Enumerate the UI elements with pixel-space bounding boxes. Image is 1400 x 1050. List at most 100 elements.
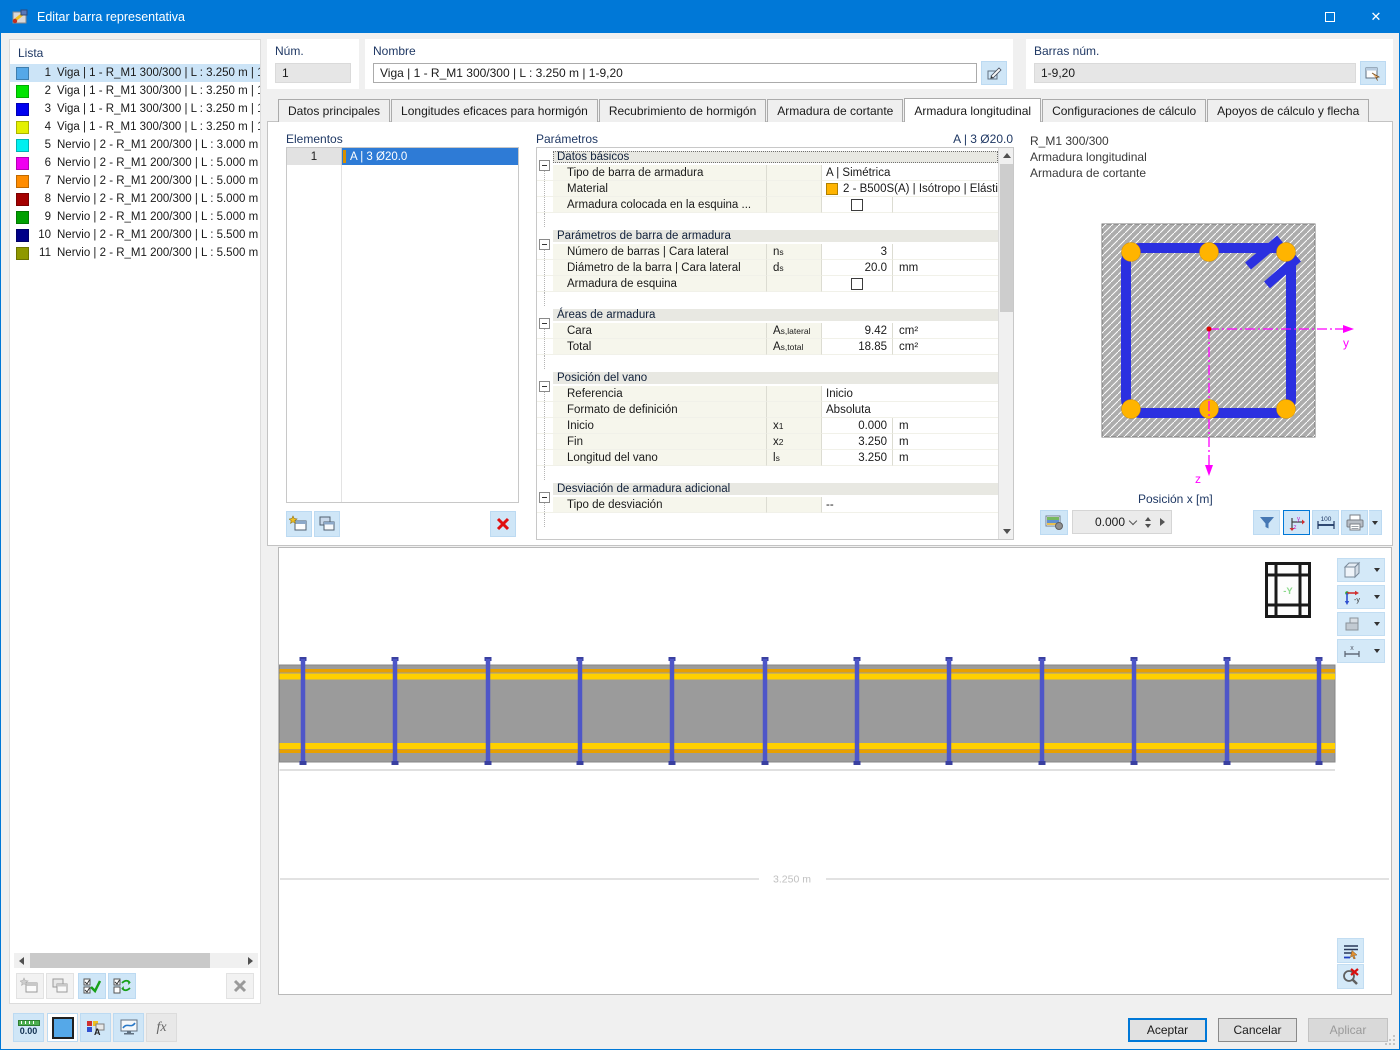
scroll-right-button[interactable]	[243, 953, 258, 968]
elevation-canvas[interactable]: 3.250 m -Y -	[278, 547, 1392, 995]
new-item-button[interactable]	[16, 973, 44, 999]
param-section-header[interactable]: Posición del vano	[537, 369, 998, 386]
view-direction-button[interactable]: -y	[1337, 585, 1385, 609]
aceptar-button[interactable]: Aceptar	[1128, 1018, 1207, 1042]
delete-item-button[interactable]	[226, 973, 254, 999]
render-settings-button[interactable]	[1040, 510, 1068, 535]
param-value[interactable]: 3	[822, 244, 893, 260]
scroll-left-button[interactable]	[14, 953, 29, 968]
dimension-display-button[interactable]: x	[1337, 639, 1385, 663]
param-value[interactable]: Absoluta	[822, 402, 998, 418]
param-value[interactable]: Inicio	[822, 386, 998, 402]
param-value[interactable]: 2 - B500S(A) | Isótropo | Elásti...	[822, 181, 998, 197]
nombre-field[interactable]: Viga | 1 - R_M1 300/300 | L : 3.250 m | …	[373, 63, 977, 83]
param-row[interactable]: Longitud del vano ls 3.250 m	[537, 450, 998, 466]
checkbox[interactable]	[851, 199, 863, 211]
list-item[interactable]: 2 Viga | 1 - R_M1 300/300 | L : 3.250 m …	[10, 82, 260, 100]
barras-field[interactable]: 1-9,20	[1034, 63, 1356, 83]
param-value[interactable]: 3.250	[822, 434, 893, 450]
param-value[interactable]: 20.0	[822, 260, 893, 276]
param-row[interactable]: Inicio x1 0.000 m	[537, 418, 998, 434]
pick-bars-button[interactable]	[1360, 61, 1386, 85]
edit-name-button[interactable]	[981, 61, 1007, 85]
collapse-icon[interactable]	[539, 239, 550, 250]
tab-longitudes-eficaces[interactable]: Longitudes eficaces para hormigón	[391, 99, 598, 122]
param-row[interactable]: Diámetro de la barra | Cara lateral ds 2…	[537, 260, 998, 276]
display-mode-button[interactable]	[1337, 612, 1385, 636]
tab-armadura-cortante[interactable]: Armadura de cortante	[767, 99, 903, 122]
color-scale-button[interactable]	[47, 1013, 78, 1042]
list-item[interactable]: 4 Viga | 1 - R_M1 300/300 | L : 3.250 m …	[10, 118, 260, 136]
param-section-header[interactable]	[537, 527, 998, 539]
scroll-up-button[interactable]	[999, 148, 1014, 163]
tab-apoyos[interactable]: Apoyos de cálculo y flecha	[1207, 99, 1369, 122]
filter-button[interactable]	[1253, 510, 1280, 535]
element-value[interactable]: A | 3 Ø20.0	[342, 148, 518, 165]
titlebar[interactable]: Editar barra representativa ✕	[1, 1, 1399, 33]
units-settings-button[interactable]: 0.00	[13, 1013, 44, 1042]
param-row[interactable]: Referencia Inicio	[537, 386, 998, 402]
stepper-buttons[interactable]	[1141, 517, 1155, 528]
param-value[interactable]: A | Simétrica	[822, 165, 998, 181]
param-section-header[interactable]: Áreas de armadura	[537, 306, 998, 323]
copy-item-button[interactable]	[46, 973, 74, 999]
param-row[interactable]: Formato de definición Absoluta	[537, 402, 998, 418]
maximize-button[interactable]	[1307, 1, 1353, 33]
param-row[interactable]: Tipo de barra de armadura A | Simétrica	[537, 165, 998, 181]
list-item[interactable]: 10 Nervio | 2 - R_M1 200/300 | L : 5.500…	[10, 226, 260, 244]
display-properties-footer-button[interactable]: A	[80, 1013, 111, 1042]
section-navigator[interactable]: -Y	[1265, 562, 1311, 618]
param-row[interactable]: Material 2 - B500S(A) | Isótropo | Elást…	[537, 181, 998, 197]
collapse-icon[interactable]	[539, 318, 550, 329]
print-button[interactable]	[1341, 510, 1368, 535]
cancel-zoom-button[interactable]	[1337, 964, 1364, 989]
param-row[interactable]: Total As,total 18.85 cm²	[537, 339, 998, 355]
resize-grip[interactable]	[1385, 1035, 1395, 1045]
param-row[interactable]: Armadura de esquina	[537, 276, 998, 292]
copy-element-button[interactable]	[314, 511, 340, 537]
tab-datos-principales[interactable]: Datos principales	[278, 99, 390, 122]
tab-configuraciones[interactable]: Configuraciones de cálculo	[1042, 99, 1206, 122]
tab-armadura-longitudinal[interactable]: Armadura longitudinal	[904, 98, 1041, 122]
dimensions-button[interactable]: 100	[1312, 510, 1339, 535]
display-properties-button[interactable]	[1337, 938, 1364, 963]
collapse-icon[interactable]	[539, 160, 550, 171]
param-value[interactable]: --	[822, 497, 998, 513]
show-axes-button[interactable]: y z	[1283, 510, 1310, 535]
element-row[interactable]: 1 A | 3 Ø20.0	[287, 148, 518, 165]
tab-recubrimiento[interactable]: Recubrimiento de hormigón	[599, 99, 766, 122]
screen-view-button[interactable]	[113, 1013, 144, 1042]
list-item[interactable]: 11 Nervio | 2 - R_M1 200/300 | L : 5.500…	[10, 244, 260, 262]
close-button[interactable]: ✕	[1353, 1, 1399, 33]
dropdown-button[interactable]	[1125, 521, 1141, 524]
list-item[interactable]: 9 Nervio | 2 - R_M1 200/300 | L : 5.000 …	[10, 208, 260, 226]
list-item[interactable]: 7 Nervio | 2 - R_M1 200/300 | L : 5.000 …	[10, 172, 260, 190]
delete-element-button[interactable]	[490, 511, 516, 537]
select-all-button[interactable]	[78, 973, 106, 999]
param-section-header[interactable]: Datos básicos	[537, 148, 998, 165]
aplicar-button[interactable]: Aplicar	[1308, 1018, 1388, 1042]
param-row[interactable]: Fin x2 3.250 m	[537, 434, 998, 450]
view-3d-button[interactable]	[1337, 558, 1385, 582]
num-field[interactable]: 1	[275, 63, 351, 83]
collapse-icon[interactable]	[539, 381, 550, 392]
param-section-header[interactable]: Desviación de armadura adicional	[537, 480, 998, 497]
list-item[interactable]: 3 Viga | 1 - R_M1 300/300 | L : 3.250 m …	[10, 100, 260, 118]
scroll-down-button[interactable]	[999, 524, 1014, 539]
param-row[interactable]: Tipo de desviación --	[537, 497, 998, 513]
param-row[interactable]: Número de barras | Cara lateral ns 3	[537, 244, 998, 260]
list-item[interactable]: 5 Nervio | 2 - R_M1 200/300 | L : 3.000 …	[10, 136, 260, 154]
param-row[interactable]: Armadura colocada en la esquina ...	[537, 197, 998, 213]
animate-button[interactable]	[1155, 518, 1169, 526]
param-section-header[interactable]: Parámetros de barra de armadura	[537, 227, 998, 244]
print-dropdown-button[interactable]	[1369, 510, 1382, 535]
scrollbar-thumb[interactable]	[1000, 164, 1013, 312]
param-value[interactable]: 0.000	[822, 418, 893, 434]
formula-button[interactable]: fx	[146, 1013, 177, 1042]
collapse-icon[interactable]	[539, 492, 550, 503]
collapse-icon[interactable]	[539, 539, 550, 540]
cancelar-button[interactable]: Cancelar	[1218, 1018, 1297, 1042]
horizontal-scrollbar[interactable]	[14, 953, 258, 968]
scrollbar-thumb[interactable]	[30, 953, 210, 968]
param-row[interactable]: Cara As,lateral 9.42 cm²	[537, 323, 998, 339]
